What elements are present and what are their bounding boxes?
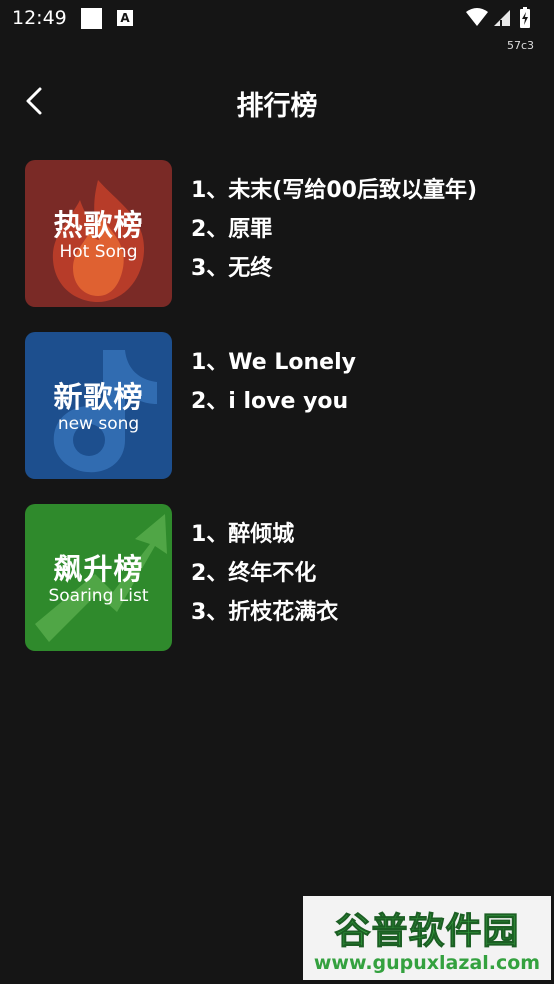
battery-icon <box>520 7 530 28</box>
soaring-list-cover[interactable]: 飙升榜 Soaring List <box>25 504 172 651</box>
signal-icon <box>494 10 510 26</box>
wifi-icon <box>466 8 488 26</box>
square-notification-icon <box>81 8 102 29</box>
status-time: 12:49 <box>12 7 67 29</box>
rank-card-soaring[interactable]: 飙升榜 Soaring List 1、醉倾城 2、终年不化 3、折枝花满衣 <box>25 502 545 651</box>
screen: 12:49 A 57c3 排行榜 热歌榜 Hot Song 1、未末(写给00后… <box>0 0 554 984</box>
song-item[interactable]: 1、We Lonely <box>191 348 541 387</box>
a-notification-icon: A <box>117 10 133 26</box>
cover-title: 新歌榜 <box>53 380 144 414</box>
build-id: 57c3 <box>506 39 534 52</box>
song-list: 1、未末(写给00后致以童年) 2、原罪 3、无终 <box>191 176 541 293</box>
song-item[interactable]: 1、未末(写给00后致以童年) <box>191 176 541 215</box>
cover-title: 飙升榜 <box>53 552 144 586</box>
watermark-text: 谷普软件园 <box>334 911 520 953</box>
app-header: 排行榜 <box>0 66 554 136</box>
status-bar: 12:49 A 57c3 <box>0 0 554 52</box>
song-item[interactable]: 2、原罪 <box>191 215 541 254</box>
cover-subtitle: Soaring List <box>48 586 149 606</box>
page-title: 排行榜 <box>236 91 318 122</box>
watermark-url: www.gupuxlazal.com <box>313 952 541 974</box>
rank-card-new[interactable]: 新歌榜 new song 1、We Lonely 2、i love you <box>25 330 545 479</box>
new-song-cover[interactable]: 新歌榜 new song <box>25 332 172 479</box>
song-list: 1、We Lonely 2、i love you <box>191 348 541 426</box>
system-icons <box>464 6 544 30</box>
cover-title: 热歌榜 <box>53 208 144 242</box>
song-item[interactable]: 2、终年不化 <box>191 559 541 598</box>
song-item[interactable]: 3、折枝花满衣 <box>191 598 541 637</box>
rank-card-hot[interactable]: 热歌榜 Hot Song 1、未末(写给00后致以童年) 2、原罪 3、无终 <box>25 158 545 307</box>
hot-song-cover[interactable]: 热歌榜 Hot Song <box>25 160 172 307</box>
song-item[interactable]: 1、醉倾城 <box>191 520 541 559</box>
song-list: 1、醉倾城 2、终年不化 3、折枝花满衣 <box>191 520 541 637</box>
cover-subtitle: Hot Song <box>59 242 138 262</box>
cover-subtitle: new song <box>57 414 140 434</box>
song-item[interactable]: 2、i love you <box>191 387 541 426</box>
song-item[interactable]: 3、无终 <box>191 254 541 293</box>
watermark: 谷普软件园 www.gupuxlazal.com <box>303 896 551 980</box>
